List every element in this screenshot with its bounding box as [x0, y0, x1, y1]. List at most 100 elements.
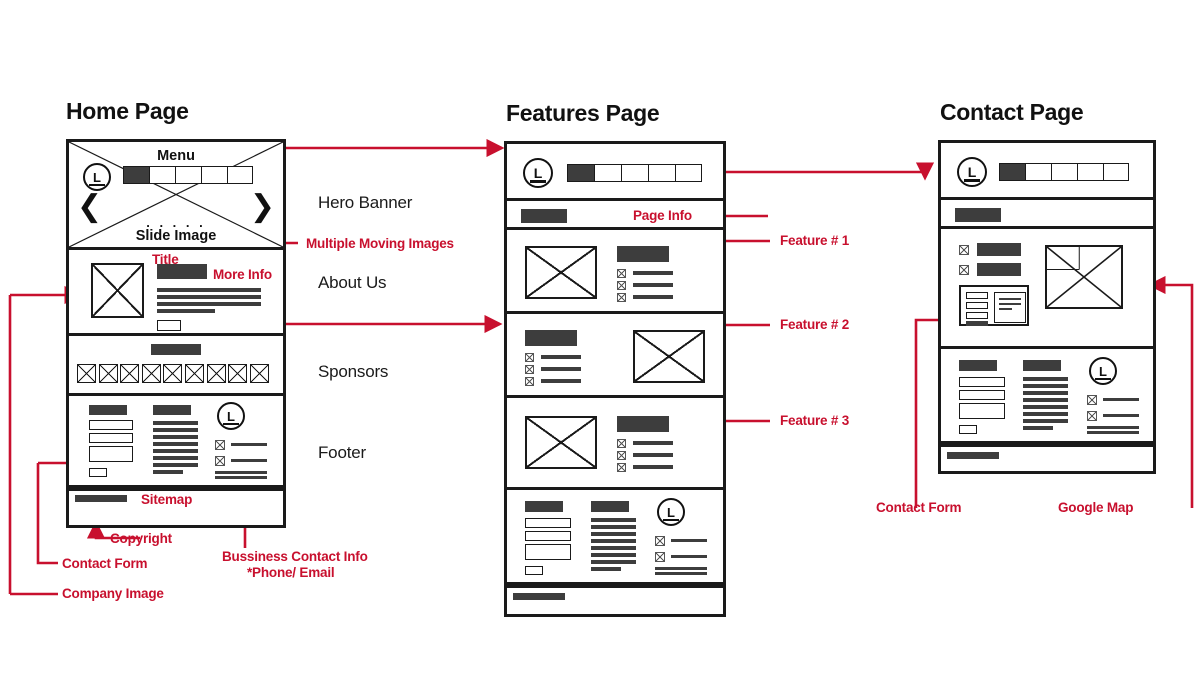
sitemap-line[interactable]: [1023, 398, 1068, 402]
annotation-feature-1: Feature # 1: [780, 233, 850, 248]
home-page-wireframe: Menu L ❮ ❯ . . . . . Slide Image L: [66, 139, 286, 528]
footer-form-textarea[interactable]: [525, 544, 571, 560]
nav-cell[interactable]: [675, 164, 702, 182]
footer-form-input[interactable]: [959, 377, 1005, 387]
contact-info-line: [671, 555, 707, 559]
sitemap-line[interactable]: [591, 525, 636, 529]
home-nav-menu[interactable]: [123, 166, 253, 184]
contact-form-submit[interactable]: [966, 321, 988, 326]
feature-bullet-icon: [525, 377, 534, 386]
about-more-info-button[interactable]: [157, 320, 181, 331]
google-map-placeholder[interactable]: [1045, 245, 1123, 309]
sitemap-line[interactable]: [1023, 426, 1053, 430]
sponsor-logo: [98, 364, 118, 383]
nav-cell-active[interactable]: [123, 166, 149, 184]
sitemap-line[interactable]: [591, 532, 636, 536]
home-sponsors: [69, 336, 283, 396]
sitemap-line[interactable]: [1023, 377, 1068, 381]
sitemap-line[interactable]: [153, 463, 198, 467]
sponsor-logo: [120, 364, 140, 383]
sitemap-line[interactable]: [591, 539, 636, 543]
nav-cell-active[interactable]: [999, 163, 1025, 181]
footer-form-input[interactable]: [89, 433, 133, 443]
contact-form-message-box[interactable]: [994, 292, 1026, 323]
contact-nav-menu[interactable]: [999, 163, 1129, 181]
nav-cell[interactable]: [621, 164, 648, 182]
about-text-line: [157, 295, 261, 299]
page-title-home: Home Page: [66, 98, 189, 124]
sitemap-line[interactable]: [153, 421, 198, 425]
contact-info-line: [231, 459, 267, 463]
wireframe-sitemap-diagram: Home Page Features Page Contact Page Men…: [0, 0, 1200, 675]
footer-form-submit[interactable]: [525, 566, 543, 575]
footer-form-textarea[interactable]: [959, 403, 1005, 419]
feature-bullet-line: [633, 283, 673, 287]
nav-cell-active[interactable]: [567, 164, 594, 182]
nav-cell[interactable]: [594, 164, 621, 182]
sitemap-line[interactable]: [153, 449, 198, 453]
annotation-feature-2: Feature # 2: [780, 317, 850, 332]
sitemap-line[interactable]: [1023, 391, 1068, 395]
contact-form-panel[interactable]: [959, 285, 1029, 326]
nav-cell[interactable]: [149, 166, 175, 184]
feature-bullet-line: [633, 441, 673, 445]
feature-bullet-line: [541, 379, 581, 383]
sponsors-logo-row: [77, 364, 269, 383]
sitemap-line[interactable]: [153, 428, 198, 432]
logo-letter: L: [93, 169, 101, 185]
connector-features-to-contact: [698, 162, 935, 181]
sitemap-line[interactable]: [591, 553, 636, 557]
nav-cell[interactable]: [227, 166, 253, 184]
contact-form-field[interactable]: [966, 302, 988, 309]
sponsor-logo: [184, 364, 204, 383]
contact-address-line: [1087, 426, 1139, 429]
contact-address-line: [655, 572, 707, 575]
copyright-text-bar: [513, 593, 565, 600]
features-nav-menu[interactable]: [567, 164, 702, 182]
contact-icon: [215, 456, 225, 466]
footer-form-submit[interactable]: [89, 468, 107, 477]
page-title-features: Features Page: [506, 100, 660, 126]
sitemap-line[interactable]: [1023, 405, 1068, 409]
sitemap-line[interactable]: [591, 560, 636, 564]
feature-image-placeholder: [525, 246, 597, 299]
sitemap-line[interactable]: [591, 518, 636, 522]
nav-cell[interactable]: [1077, 163, 1103, 181]
footer-form-input[interactable]: [525, 531, 571, 541]
copyright-text-bar: [75, 495, 127, 502]
contact-form-field[interactable]: [966, 312, 988, 319]
footer-form-submit[interactable]: [959, 425, 977, 434]
feature-image-placeholder: [633, 330, 705, 383]
footer-form-input[interactable]: [959, 390, 1005, 400]
contact-form-field[interactable]: [966, 292, 988, 299]
sitemap-line[interactable]: [153, 456, 198, 460]
sitemap-line[interactable]: [153, 435, 198, 439]
contact-address-line: [215, 471, 267, 474]
nav-cell[interactable]: [648, 164, 675, 182]
sitemap-line[interactable]: [153, 442, 198, 446]
nav-cell[interactable]: [1103, 163, 1129, 181]
sitemap-line[interactable]: [1023, 412, 1068, 416]
feature-bullet-icon: [525, 365, 534, 374]
annotation-contact-form-home: Contact Form: [62, 556, 148, 571]
nav-cell[interactable]: [201, 166, 227, 184]
sitemap-line[interactable]: [1023, 419, 1068, 423]
sitemap-line[interactable]: [591, 546, 636, 550]
nav-cell[interactable]: [1025, 163, 1051, 181]
footer-logo-icon: L: [657, 498, 685, 526]
feature-bullet-line: [541, 367, 581, 371]
about-text-line: [157, 309, 215, 313]
sitemap-line[interactable]: [591, 567, 621, 571]
nav-cell[interactable]: [1051, 163, 1077, 181]
footer-logo-icon: L: [1089, 357, 1117, 385]
contact-icon: [1087, 411, 1097, 421]
about-text-line: [157, 302, 261, 306]
footer-form-textarea[interactable]: [89, 446, 133, 462]
sitemap-line[interactable]: [153, 470, 183, 474]
nav-cell[interactable]: [175, 166, 201, 184]
home-footer: L: [69, 396, 283, 488]
sitemap-line[interactable]: [1023, 384, 1068, 388]
footer-form-input[interactable]: [525, 518, 571, 528]
feature-bullet-line: [633, 453, 673, 457]
footer-form-input[interactable]: [89, 420, 133, 430]
